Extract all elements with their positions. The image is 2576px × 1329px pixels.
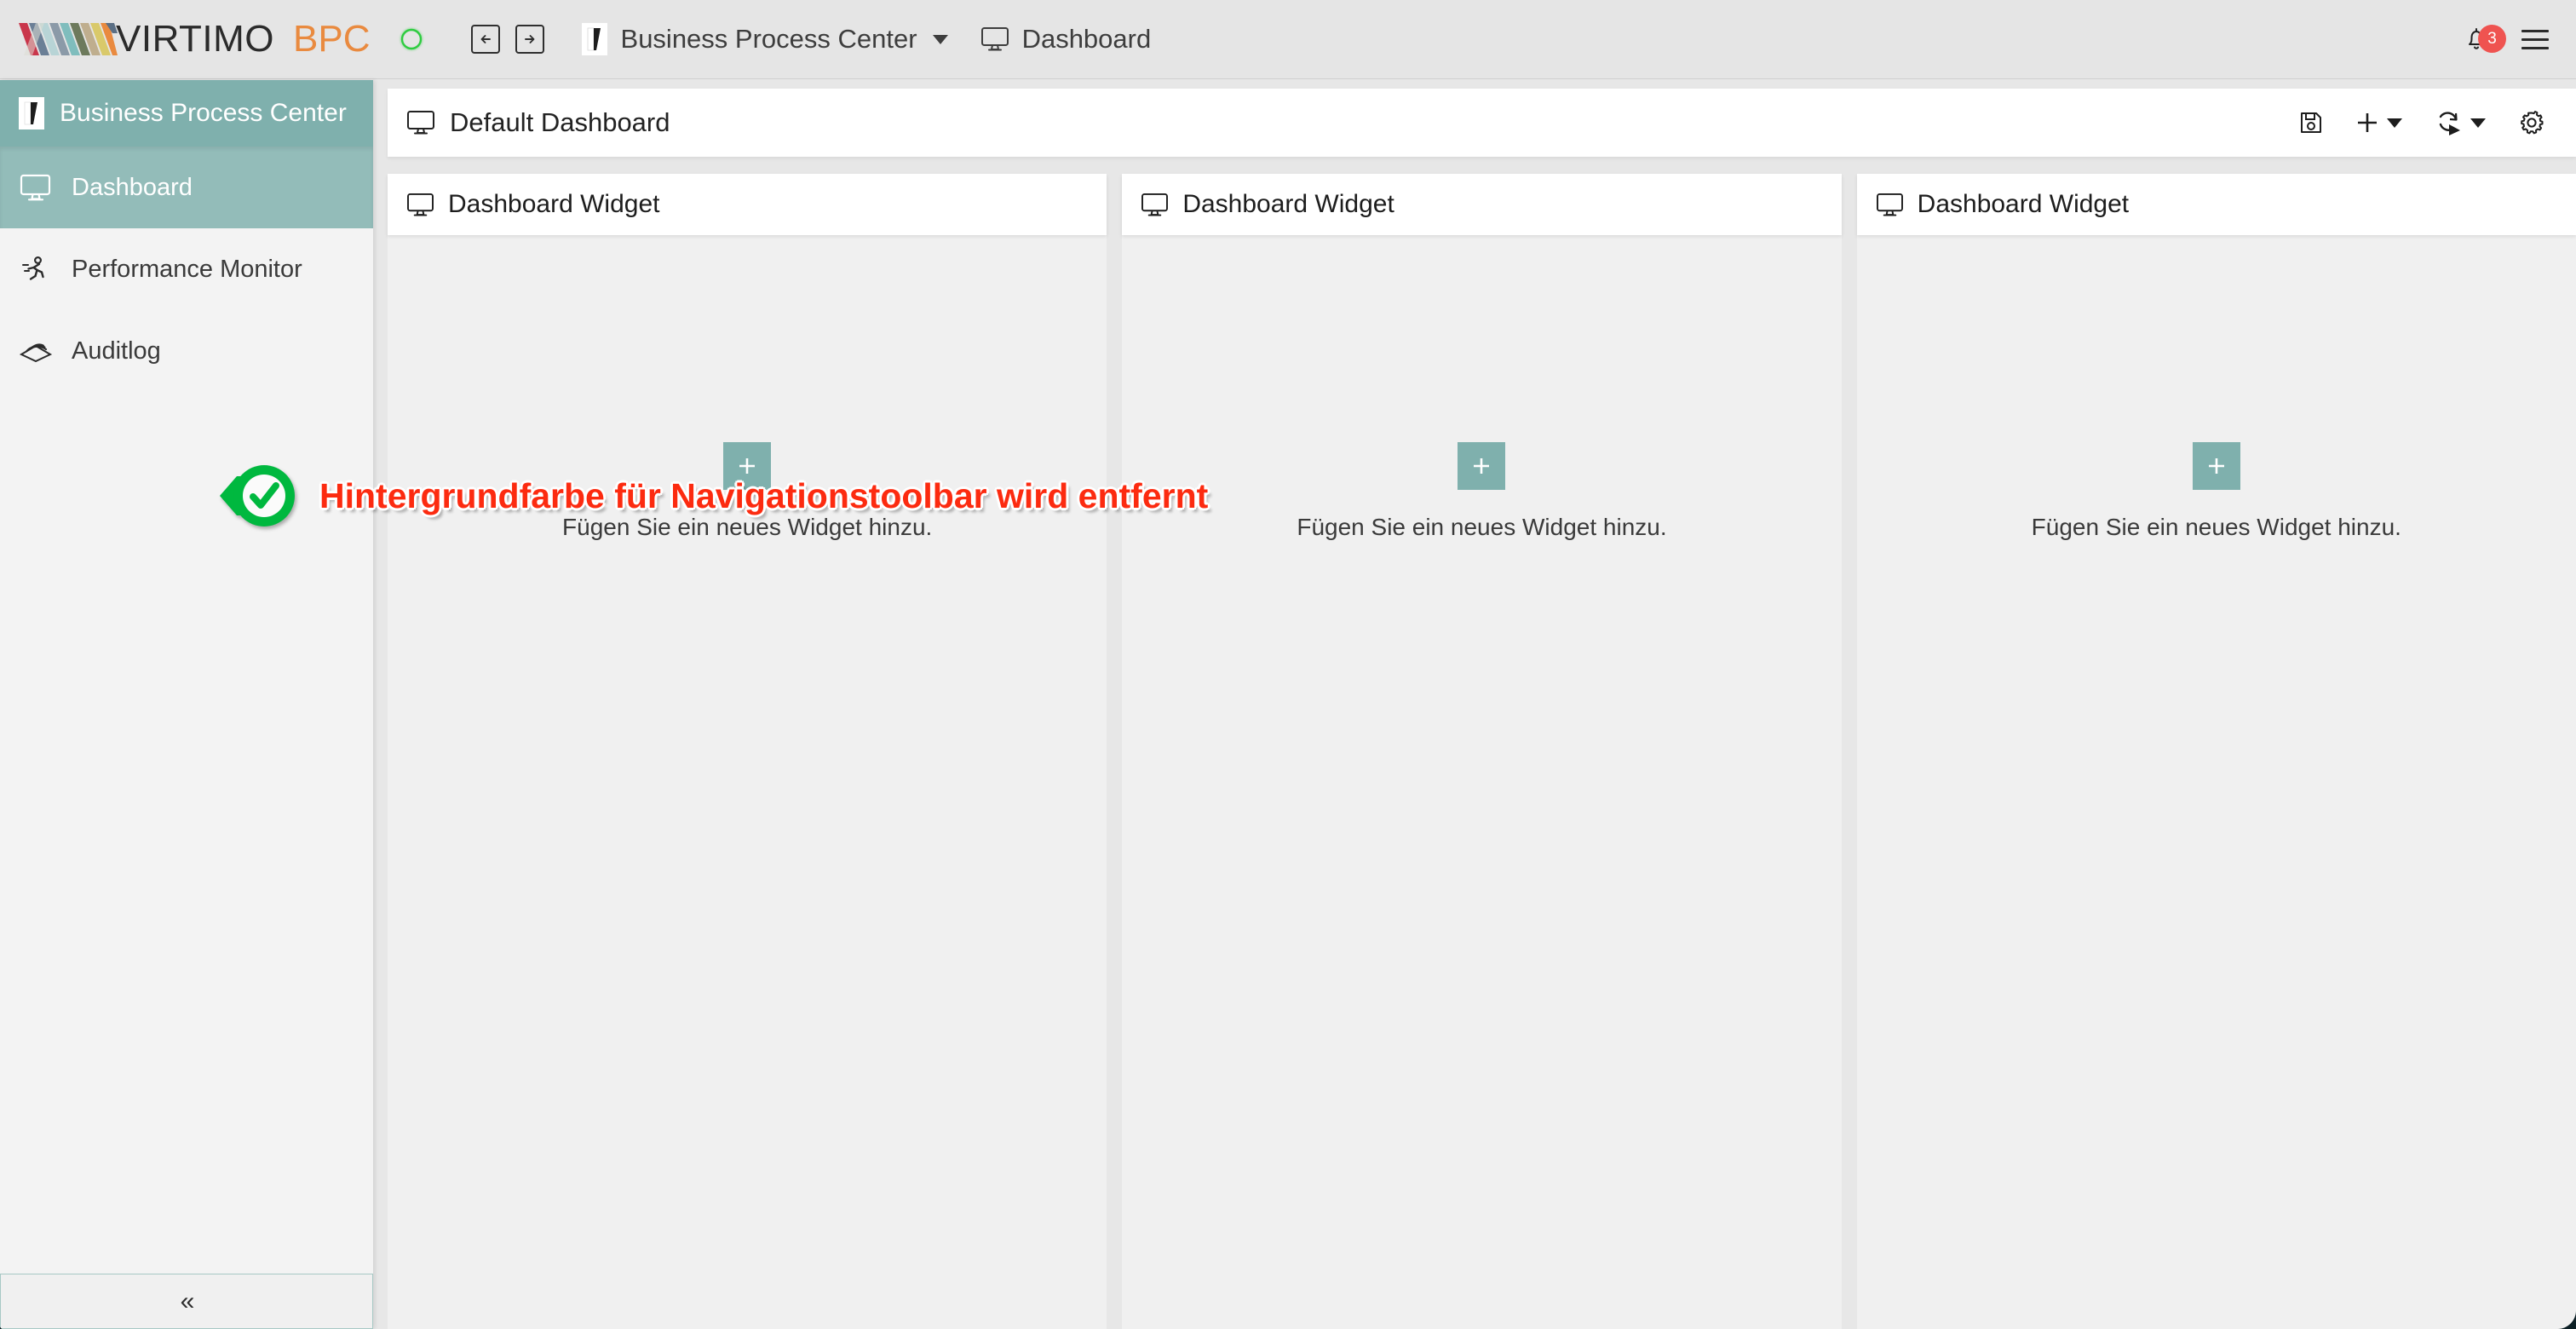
add-widget-button[interactable]	[723, 442, 771, 490]
widget-title: Dashboard Widget	[448, 190, 659, 219]
add-widget-menu-button[interactable]	[2355, 110, 2404, 135]
dashboard-header-bar: Default Dashboard	[388, 89, 2576, 157]
widget-header[interactable]: Dashboard Widget	[1122, 174, 1841, 235]
floppy-save-icon	[2298, 110, 2324, 135]
brand-name: VIRTIMO	[116, 20, 274, 58]
chevron-down-icon	[2469, 116, 2487, 129]
add-widget-button[interactable]	[2193, 442, 2240, 490]
page-title: Default Dashboard	[406, 107, 2298, 138]
sidebar-header-label: Business Process Center	[60, 99, 347, 128]
refresh-dashboard-menu-button[interactable]	[2435, 109, 2487, 136]
monitor-icon	[1141, 193, 1169, 217]
page-title-label: Default Dashboard	[450, 107, 670, 138]
widget-empty-state: Fügen Sie ein neues Widget hinzu.	[1857, 442, 2576, 541]
gear-icon	[2518, 109, 2545, 136]
virtimo-tile-icon	[19, 97, 44, 129]
plus-icon	[2205, 454, 2228, 478]
brand-product: BPC	[293, 20, 370, 58]
hamburger-line	[2521, 30, 2549, 32]
dashboard-widget-column: Dashboard Widget Fügen Sie ein neues Wid…	[1857, 174, 2576, 1329]
monitor-icon	[1876, 193, 1904, 217]
nav-back-button[interactable]	[471, 25, 500, 54]
sidebar-item-label: Auditlog	[72, 337, 161, 365]
notification-count-badge: 3	[2478, 25, 2506, 53]
nav-forward-button[interactable]	[515, 25, 544, 54]
sidebar-collapse-button[interactable]: «	[0, 1274, 373, 1329]
sidebar-item-label: Dashboard	[72, 174, 193, 202]
dashboard-settings-button[interactable]	[2518, 109, 2545, 136]
add-widget-button[interactable]	[1458, 442, 1505, 490]
widget-body: Fügen Sie ein neues Widget hinzu.	[1122, 235, 1841, 1329]
widget-body: Fügen Sie ein neues Widget hinzu.	[1857, 235, 2576, 1329]
application-window: VIRTIMO BPC	[0, 0, 2576, 1329]
notifications-button[interactable]: 3	[2462, 25, 2491, 54]
widget-empty-state: Fügen Sie ein neues Widget hinzu.	[388, 442, 1107, 541]
widget-title: Dashboard Widget	[1182, 190, 1394, 219]
breadcrumb-label: Dashboard	[1022, 24, 1152, 55]
plus-icon	[2355, 110, 2380, 135]
sidebar-header[interactable]: Business Process Center	[0, 80, 373, 147]
dashboard-toolbar	[2298, 109, 2556, 136]
widget-empty-label: Fügen Sie ein neues Widget hinzu.	[562, 514, 932, 541]
breadcrumb-item-business-process-center[interactable]: Business Process Center	[582, 23, 950, 55]
green-status-circle-icon	[396, 24, 427, 55]
arrow-right-box-icon	[522, 32, 538, 47]
breadcrumb-item-dashboard[interactable]: Dashboard	[980, 24, 1152, 55]
widget-empty-label: Fügen Sie ein neues Widget hinzu.	[1297, 514, 1666, 541]
widget-title: Dashboard Widget	[1918, 190, 2129, 219]
widget-header[interactable]: Dashboard Widget	[388, 174, 1107, 235]
dashboard-widgets-row: Dashboard Widget Fügen Sie ein neues Wid…	[388, 174, 2576, 1329]
widget-empty-label: Fügen Sie ein neues Widget hinzu.	[2032, 514, 2401, 541]
chevron-down-icon	[2385, 116, 2404, 129]
dashboard-widget-column: Dashboard Widget Fügen Sie ein neues Wid…	[1122, 174, 1841, 1329]
sidebar-item-dashboard[interactable]: Dashboard	[0, 147, 373, 228]
widget-body: Fügen Sie ein neues Widget hinzu.	[388, 235, 1107, 1329]
sidebar-item-label: Performance Monitor	[72, 256, 302, 284]
auditlog-book-icon	[19, 338, 53, 364]
main-content-area: Default Dashboard	[388, 89, 2576, 1329]
monitor-icon	[406, 110, 435, 135]
refresh-play-icon	[2435, 109, 2464, 136]
breadcrumb-label: Business Process Center	[621, 24, 917, 55]
widget-header[interactable]: Dashboard Widget	[1857, 174, 2576, 235]
arrow-left-box-icon	[478, 32, 493, 47]
save-dashboard-button[interactable]	[2298, 110, 2324, 135]
plus-icon	[735, 454, 759, 478]
topbar-left-group: VIRTIMO BPC	[0, 20, 2462, 59]
monitor-icon	[19, 174, 53, 202]
plus-icon	[1469, 454, 1493, 478]
virtimo-tile-icon	[582, 23, 607, 55]
topbar-right-group: 3	[2462, 25, 2576, 54]
virtimo-logo-icon[interactable]	[17, 20, 118, 59]
history-nav-group	[471, 25, 544, 54]
widget-empty-state: Fügen Sie ein neues Widget hinzu.	[1122, 442, 1841, 541]
monitor-icon	[406, 193, 434, 217]
monitor-icon	[980, 26, 1009, 52]
hamburger-line	[2521, 47, 2549, 49]
sidebar-item-auditlog[interactable]: Auditlog	[0, 310, 373, 392]
chevron-double-left-icon: «	[181, 1287, 193, 1316]
hamburger-line	[2521, 38, 2549, 41]
sidebar-item-performance-monitor[interactable]: Performance Monitor	[0, 228, 373, 310]
left-sidebar: Business Process Center Dashboard	[0, 80, 373, 1329]
chevron-down-icon[interactable]	[931, 32, 950, 46]
runner-icon	[19, 254, 53, 285]
dashboard-widget-column: Dashboard Widget Fügen Sie ein neues Wid…	[388, 174, 1107, 1329]
hamburger-menu-icon[interactable]	[2521, 30, 2549, 49]
top-navigation-bar: VIRTIMO BPC	[0, 0, 2576, 79]
